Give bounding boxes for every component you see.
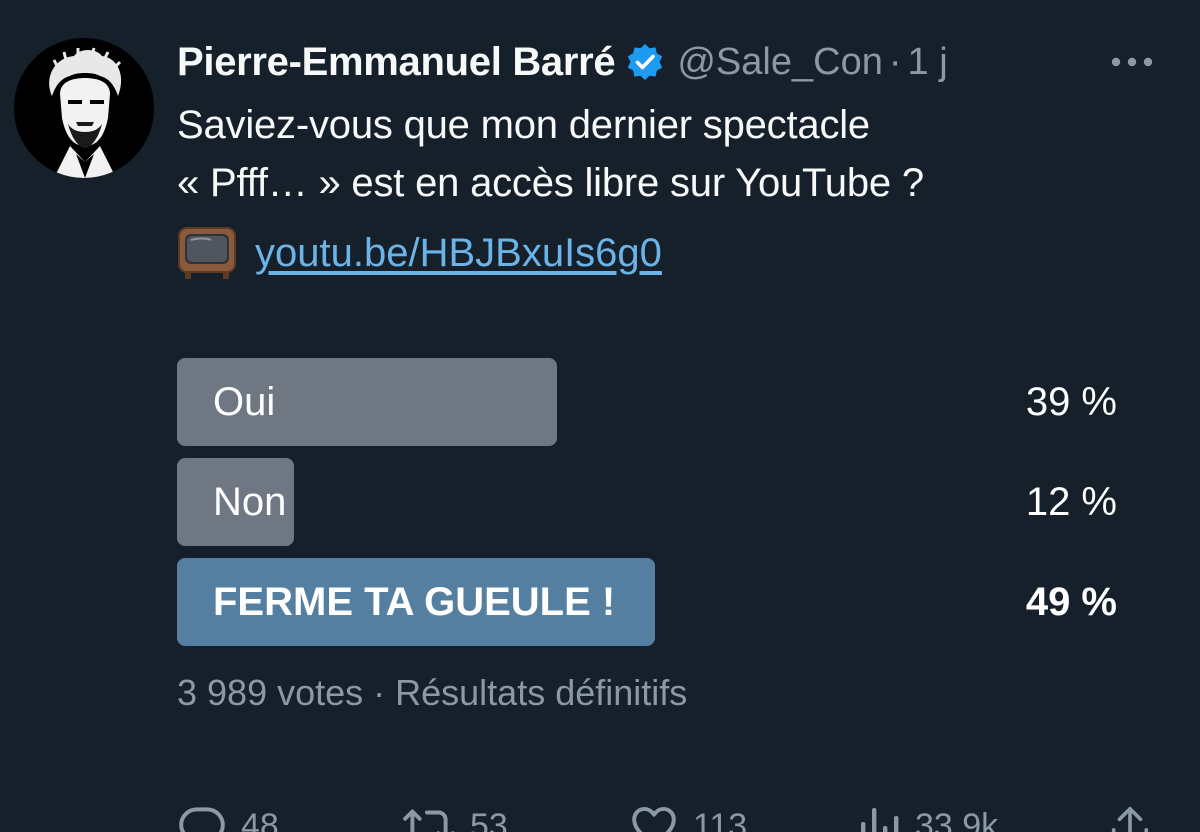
tweet-link-row: youtu.be/HBJBxuIs6g0 <box>177 224 1167 282</box>
retweet-count: 53 <box>470 806 508 832</box>
tweet-actions: 48 53 113 33,9k <box>177 798 1167 832</box>
tweet-text: Saviez-vous que mon dernier spectacle « … <box>177 96 1167 212</box>
like-count: 113 <box>693 806 748 832</box>
views-count: 33,9k <box>915 806 999 832</box>
poll: Oui 39 % Non 12 % FERME TA GUEULE ! 49 % <box>177 358 1117 658</box>
tweet-timestamp[interactable]: 1 j <box>908 41 948 84</box>
retweet-button[interactable]: 53 <box>402 798 508 832</box>
poll-option-label: Oui <box>213 380 276 424</box>
poll-option-percent: 12 % <box>1025 480 1117 524</box>
share-button[interactable] <box>1107 798 1153 832</box>
views-button[interactable]: 33,9k <box>857 798 998 832</box>
reply-count: 48 <box>241 806 279 832</box>
poll-option-percent: 39 % <box>1025 380 1117 424</box>
tweet: Pierre-Emmanuel Barré @Sale_Con · 1 j Sa… <box>0 0 1200 832</box>
like-icon <box>632 806 676 832</box>
television-icon <box>177 224 237 282</box>
tweet-content: Pierre-Emmanuel Barré @Sale_Con · 1 j Sa… <box>177 36 1167 832</box>
poll-option-label: Non <box>213 480 287 524</box>
more-options-icon[interactable] <box>1102 40 1162 84</box>
tweet-text-line: « Pfff… » est en accès libre sur YouTube… <box>177 161 924 205</box>
avatar[interactable] <box>14 38 154 178</box>
reply-button[interactable]: 48 <box>177 798 279 832</box>
poll-option-ferme-ta-gueule: FERME TA GUEULE ! 49 % <box>177 558 1117 646</box>
verified-badge-icon[interactable] <box>625 42 665 82</box>
poll-option-oui: Oui 39 % <box>177 358 1117 446</box>
separator-dot: · <box>888 40 902 83</box>
share-icon <box>1111 806 1149 832</box>
author-name[interactable]: Pierre-Emmanuel Barré <box>177 40 616 85</box>
tweet-header: Pierre-Emmanuel Barré @Sale_Con · 1 j <box>177 36 1167 88</box>
views-icon <box>861 808 899 832</box>
tweet-text-line: Saviez-vous que mon dernier spectacle <box>177 103 870 147</box>
like-button[interactable]: 113 <box>629 798 747 832</box>
poll-option-non: Non 12 % <box>177 458 1117 546</box>
reply-icon <box>179 807 225 832</box>
retweet-icon <box>403 809 455 832</box>
avatar-portrait-icon <box>14 38 154 178</box>
poll-results-meta: 3 989 votes · Résultats définitifs <box>177 672 688 713</box>
poll-option-label: FERME TA GUEULE ! <box>213 580 616 624</box>
author-handle[interactable]: @Sale_Con <box>677 41 882 84</box>
youtube-link[interactable]: youtu.be/HBJBxuIs6g0 <box>255 231 662 276</box>
poll-option-percent: 49 % <box>1025 580 1117 624</box>
